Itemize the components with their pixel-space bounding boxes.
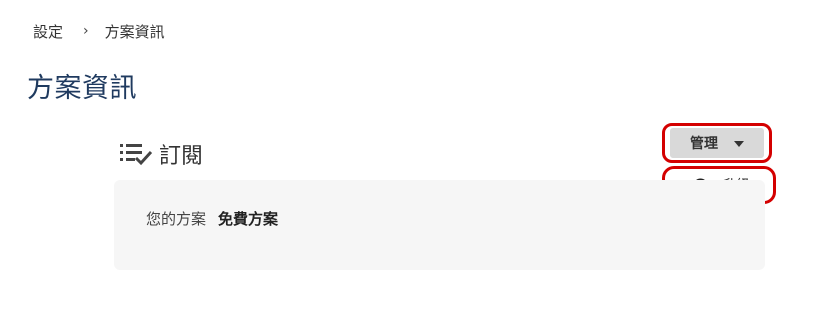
manage-highlight: 管理 <box>662 123 772 163</box>
plan-info-page: 設定 › 方案資訊 方案資訊 訂閱 管理 您的方案 免費方案 <box>0 0 813 314</box>
breadcrumb-item-plan-info: 方案資訊 <box>104 22 165 41</box>
section-title: 訂閱 <box>159 144 204 169</box>
plan-row: 您的方案 免費方案 <box>146 208 278 229</box>
caret-down-icon <box>734 140 744 147</box>
playlist-check-icon <box>119 141 153 167</box>
breadcrumb: 設定 › 方案資訊 <box>33 20 165 42</box>
breadcrumb-item-settings[interactable]: 設定 <box>33 21 63 42</box>
subscription-header: 訂閱 <box>119 138 203 170</box>
manage-button[interactable]: 管理 <box>670 128 764 158</box>
chevron-right-icon: › <box>83 23 89 39</box>
page-title: 方案資訊 <box>27 73 137 104</box>
plan-label: 您的方案 <box>146 210 207 228</box>
plan-card: 您的方案 免費方案 <box>114 180 765 270</box>
manage-button-label: 管理 <box>690 136 718 152</box>
plan-value: 免費方案 <box>218 210 279 228</box>
